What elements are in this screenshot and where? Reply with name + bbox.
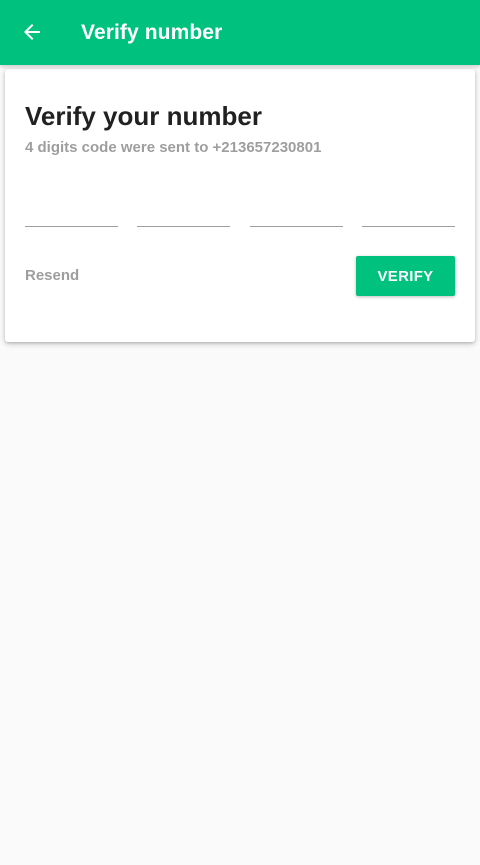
verify-button[interactable]: VERIFY bbox=[356, 256, 455, 296]
card-title: Verify your number bbox=[25, 101, 262, 131]
code-digit-1-input[interactable] bbox=[25, 191, 118, 227]
card-subtitle: 4 digits code were sent to +213657230801 bbox=[25, 139, 322, 156]
arrow-back-icon bbox=[20, 20, 44, 44]
back-button[interactable] bbox=[14, 14, 50, 50]
code-digit-4-input[interactable] bbox=[362, 191, 455, 227]
code-digit-2-input[interactable] bbox=[137, 191, 230, 227]
app-bar: Verify number bbox=[0, 0, 480, 65]
verify-card: Verify your number 4 digits code were se… bbox=[5, 69, 475, 342]
page-title: Verify number bbox=[81, 21, 223, 44]
code-digit-3-input[interactable] bbox=[250, 191, 343, 227]
resend-button[interactable]: Resend bbox=[25, 266, 79, 286]
